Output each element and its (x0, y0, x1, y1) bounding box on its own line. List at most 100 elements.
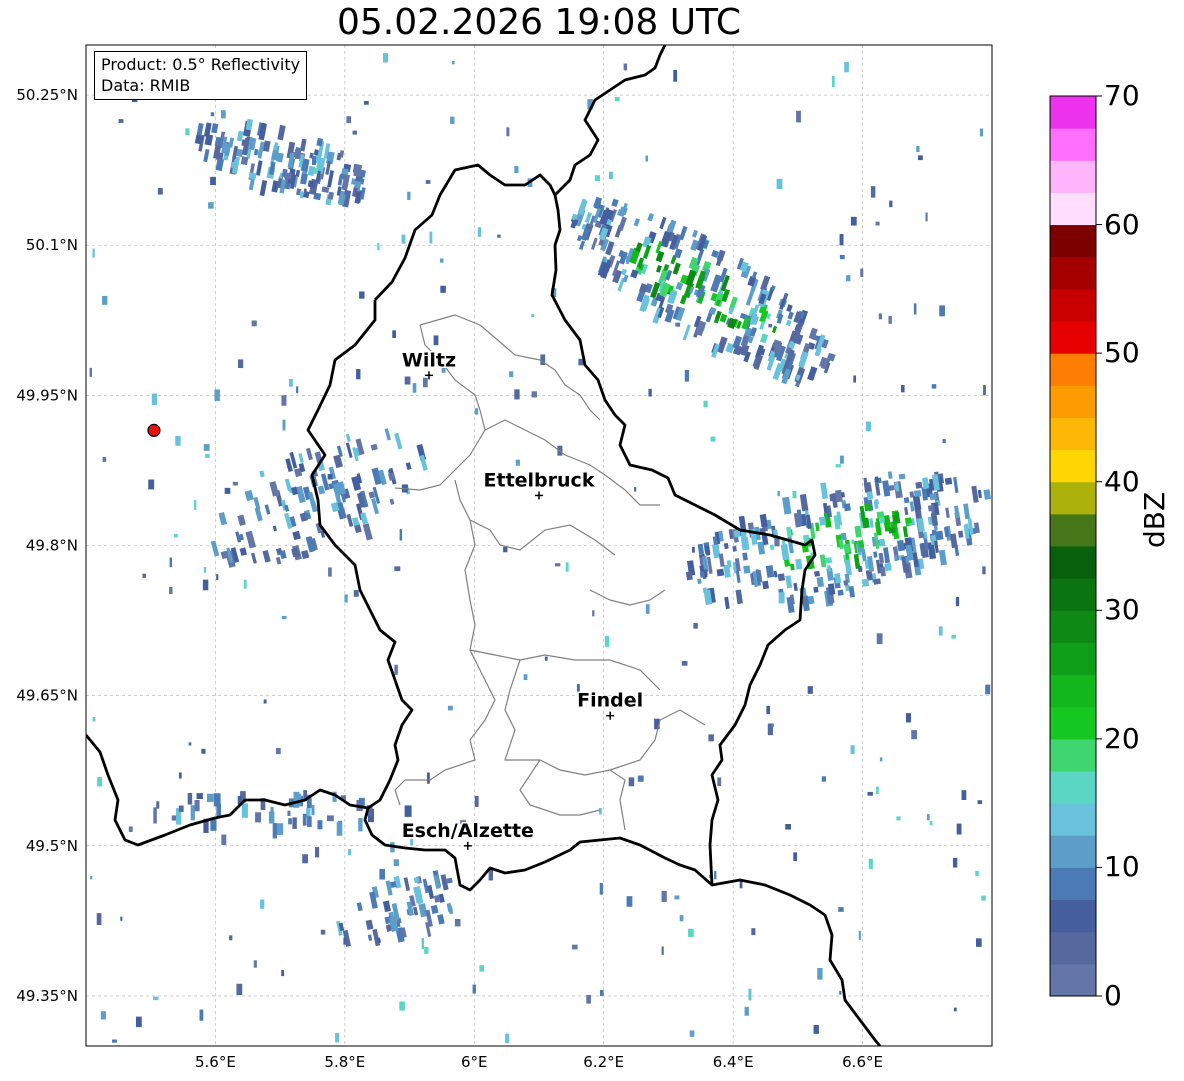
echo-cell (260, 899, 265, 909)
echo-cell (293, 791, 300, 808)
echo-cell (865, 421, 871, 432)
echo-cell (697, 578, 702, 585)
echo-cell (648, 388, 652, 397)
echo-cell (875, 786, 879, 795)
echo-cell (813, 1024, 819, 1034)
echo-cell (294, 149, 300, 159)
lon-tick-label: 6.4°E (713, 1053, 754, 1071)
echo-cell (276, 823, 284, 835)
echo-cell (929, 493, 937, 501)
echo-cell (135, 1016, 142, 1028)
echo-cell (717, 777, 722, 787)
echo-cell (100, 1011, 106, 1020)
echo-cell (975, 870, 979, 877)
echo-cell (336, 821, 343, 836)
echo-cell (843, 503, 851, 512)
place-label: Ettelbruck (484, 469, 595, 491)
echo-cell (878, 538, 886, 547)
echo-cell (97, 777, 102, 787)
echo-cell (531, 391, 537, 398)
echo-cell (178, 772, 182, 779)
echo-cell (341, 168, 349, 175)
echo-cell (901, 384, 905, 393)
echo-cell (353, 590, 359, 597)
echo-cell (744, 1006, 749, 1016)
echo-cell (451, 60, 455, 65)
place-label: Esch/Alzette (402, 820, 534, 842)
echo-cell (751, 928, 756, 936)
echo-cell (96, 913, 102, 926)
echo-cell (977, 800, 983, 805)
echo-cell (939, 305, 945, 317)
echo-cell (925, 212, 928, 222)
echo-cell (263, 699, 267, 704)
echo-cell (626, 896, 633, 907)
echo-cell (429, 231, 433, 244)
lat-tick-label: 49.65°N (16, 687, 78, 705)
echo-cell (399, 529, 403, 541)
echo-cell (251, 320, 257, 327)
echo-cell (474, 408, 479, 415)
echo-cell (344, 594, 348, 603)
echo-cell (472, 984, 476, 994)
echo-cell (675, 322, 681, 327)
echo-cell (302, 854, 308, 864)
echo-cell (748, 988, 752, 1001)
echo-cell (173, 533, 178, 538)
echo-cell (821, 776, 826, 782)
echo-cell (838, 907, 844, 912)
echo-cell (229, 935, 233, 941)
echo-cell (876, 633, 883, 645)
echo-cell (634, 486, 637, 492)
echo-cell (681, 660, 688, 666)
echo-cell (793, 852, 798, 862)
echo-cell (276, 747, 281, 755)
echo-cell (299, 191, 304, 199)
echo-cell (148, 479, 155, 490)
echo-cell (732, 545, 737, 552)
echo-cell (118, 119, 124, 123)
echo-cell (320, 929, 326, 935)
echo-cell (944, 477, 953, 485)
colorbar-tick-label: 40 (1104, 464, 1140, 498)
echo-cell (210, 112, 215, 117)
echo-cell (985, 684, 991, 695)
colorbar-segment (1050, 674, 1096, 708)
colorbar (1049, 95, 1102, 997)
place-label: Wiltz (402, 349, 456, 371)
colorbar-segment (1050, 481, 1096, 515)
colorbar-segment (1050, 546, 1096, 579)
echo-cell (917, 155, 923, 161)
echo-cell (248, 172, 257, 180)
echo-cell (312, 155, 317, 165)
echo-cell (839, 990, 842, 995)
colorbar-segment (1050, 96, 1096, 129)
echo-cell (898, 473, 906, 480)
echo-cell (892, 514, 900, 524)
echo-cell (777, 490, 780, 497)
echo-cell (153, 807, 157, 824)
echo-cell (343, 937, 347, 945)
echo-cell (832, 75, 835, 88)
echo-cell (253, 960, 257, 968)
echo-cell (326, 815, 334, 822)
echo-cell (328, 567, 332, 577)
echo-cell (497, 234, 501, 238)
echo-cell (703, 400, 708, 408)
info-product: Product: 0.5° Reflectivity (101, 55, 301, 74)
colorbar-tick-label: 50 (1104, 336, 1140, 370)
echo-cell (201, 748, 206, 754)
echo-cell (348, 849, 352, 856)
echo-cell (843, 580, 849, 586)
echo-cell (474, 795, 479, 807)
echo-cell (807, 686, 813, 694)
echo-cell (824, 557, 833, 564)
echo-cell (692, 546, 695, 553)
echo-cell (916, 146, 920, 153)
echo-cell (379, 868, 385, 880)
echo-cell (953, 1007, 957, 1012)
echo-cell (424, 946, 429, 954)
lon-tick-label: 5.8°E (324, 1053, 365, 1071)
lon-tick-label: 6.6°E (842, 1053, 883, 1071)
echo-cell (951, 634, 957, 639)
